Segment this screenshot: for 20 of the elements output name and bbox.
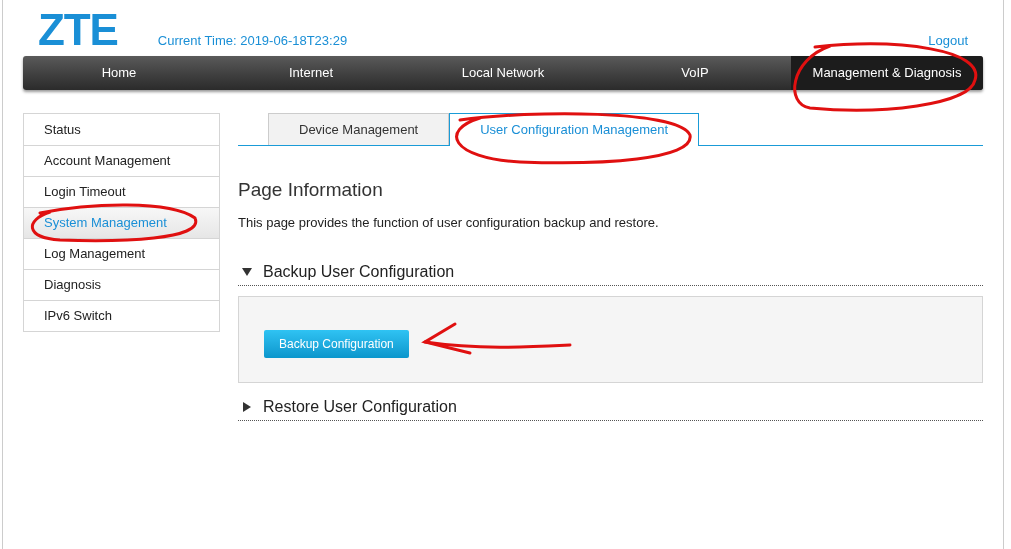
logout-link[interactable]: Logout bbox=[928, 30, 968, 50]
page-title: Page Information bbox=[238, 178, 384, 202]
tab[interactable]: Device Management bbox=[268, 113, 450, 145]
logo: ZTE bbox=[38, 8, 118, 52]
collapse-triangle-icon[interactable] bbox=[242, 266, 252, 277]
sidebar-item[interactable]: Account Management bbox=[24, 145, 219, 176]
expand-triangle-icon[interactable] bbox=[242, 401, 252, 412]
sidebar-item[interactable]: Diagnosis bbox=[24, 269, 219, 300]
section-title[interactable]: Backup User Configuration bbox=[263, 259, 455, 284]
nav-item[interactable]: Internet bbox=[215, 56, 407, 90]
nav-item[interactable]: Home bbox=[23, 56, 215, 90]
nav-item[interactable]: VoIP bbox=[599, 56, 791, 90]
page-description: This page provides the function of user configuration backup and restore. bbox=[238, 213, 660, 232]
current-time: Current Time: 2019-06-18T23:29 bbox=[157, 31, 348, 50]
sidebar-item[interactable]: Log Management bbox=[24, 238, 219, 269]
sidebar-item[interactable]: IPv6 Switch bbox=[24, 300, 219, 331]
section-title[interactable]: Restore User Configuration bbox=[263, 394, 457, 419]
nav-item[interactable]: Management & Diagnosis bbox=[791, 56, 983, 90]
sidebar-item[interactable]: Status bbox=[24, 114, 219, 145]
nav-item[interactable]: Local Network bbox=[407, 56, 599, 90]
